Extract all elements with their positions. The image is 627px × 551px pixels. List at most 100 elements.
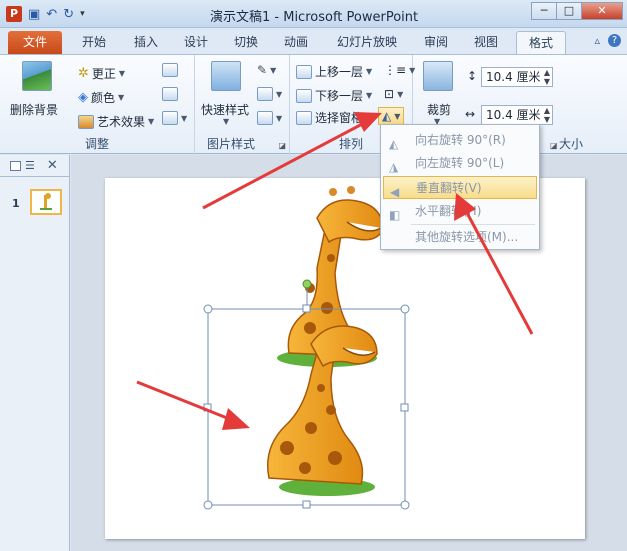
giraffe-copy[interactable] [267, 325, 378, 496]
send-backward-label: 下移一层 [315, 89, 364, 103]
group-picture-styles-label: 图片样式 [207, 137, 256, 151]
flip-horizontal-icon: ◧ [389, 208, 401, 222]
redo-icon[interactable]: ↻ [63, 7, 74, 22]
minimize-button[interactable]: ─ [531, 2, 557, 20]
selection-pane-icon [296, 110, 312, 125]
remove-background-icon [22, 61, 52, 91]
remove-background-label: 删除背景 [10, 103, 59, 117]
tab-review[interactable]: 审阅 [416, 31, 456, 54]
help-icon[interactable]: ? [608, 34, 621, 47]
editing-canvas [71, 155, 627, 551]
chevron-down-icon: ▼ [397, 89, 404, 99]
rotate-left-icon: ◮ [389, 160, 399, 174]
height-value: 10.4 厘米 [486, 70, 541, 84]
height-spinner-icon[interactable]: ▲ ▼ [544, 68, 550, 86]
chevron-down-icon: ▼ [223, 117, 230, 126]
send-backward-button[interactable]: 下移一层 ▼ [296, 87, 372, 104]
tab-insert[interactable]: 插入 [126, 31, 166, 54]
menu-separator [411, 224, 535, 225]
chevron-down-icon: ▼ [276, 113, 283, 123]
customize-qat-icon[interactable]: ▾ [80, 9, 85, 19]
remove-background-button[interactable]: 删除背景 [10, 59, 66, 119]
picture-layout-button[interactable]: ▼ [257, 111, 282, 125]
selection-pane-label: 选择窗格 [315, 111, 364, 125]
flip-horizontal-item[interactable]: ◧ 水平翻转(H) [383, 200, 537, 223]
corrections-button[interactable]: ✲ 更正 ▼ [78, 65, 125, 82]
rotate-menu: ◭ 向右旋转 90°(R) ◮ 向左旋转 90°(L) ◀ 垂直翻转(V) ◧ … [380, 124, 540, 250]
dialog-launcher-icon[interactable]: ◪ [278, 141, 286, 150]
group-objects-icon: ⊡ [384, 87, 395, 101]
crop-button[interactable]: 裁剪 ▼ [419, 59, 459, 126]
rotate-right-90-item[interactable]: ◭ 向右旋转 90°(R) [383, 129, 537, 152]
reset-picture-icon [162, 111, 178, 125]
tab-file[interactable]: 文件 [8, 31, 62, 54]
width-value: 10.4 厘米 [486, 108, 541, 122]
rotate-left-90-item[interactable]: ◮ 向左旋转 90°(L) [383, 152, 537, 175]
chevron-down-icon: ▼ [148, 117, 155, 126]
chevron-down-icon: ▼ [118, 69, 126, 78]
rotate-button[interactable]: ◭ ▼ [378, 107, 405, 125]
tab-animations[interactable]: 动画 [276, 31, 316, 54]
group-picture-styles: 快速样式 ▼ ✎ ▼ ▼ ▼ 图片样式 ◪ [195, 55, 290, 155]
width-input[interactable]: 10.4 厘米 ▲ ▼ [481, 105, 553, 125]
align-icon: ⋮≡ [384, 63, 407, 77]
title-bar: P ▣ ↶ ↻ ▾ 演示文稿1 - Microsoft PowerPoint ─… [0, 0, 627, 28]
slides-pane-tabs: ☰ ✕ [0, 155, 69, 177]
height-icon: ↕ [467, 69, 478, 83]
width-spinner-icon[interactable]: ▲ ▼ [544, 106, 550, 124]
maximize-button[interactable]: □ [556, 2, 582, 20]
picture-effects-icon [257, 87, 273, 101]
ribbon-corner-icons: ▵ ? [594, 34, 621, 47]
group-objects-button[interactable]: ⊡ ▼ [384, 87, 403, 101]
picture-layout-icon [257, 111, 273, 125]
group-adjust-label: 调整 [84, 137, 109, 151]
tab-slideshow[interactable]: 幻灯片放映 [330, 31, 404, 54]
slides-tab-icon[interactable] [10, 160, 21, 171]
slides-pane: ☰ ✕ 1 [0, 155, 70, 551]
close-button[interactable]: ✕ [581, 2, 623, 20]
dialog-launcher-icon[interactable]: ◪ [550, 141, 558, 150]
color-icon: ◈ [78, 90, 88, 105]
width-icon: ↔ [465, 107, 476, 121]
tab-design[interactable]: 设计 [176, 31, 216, 54]
tab-format[interactable]: 格式 [516, 31, 566, 54]
change-picture-button[interactable] [162, 87, 178, 101]
flip-vertical-icon: ◀ [390, 185, 400, 199]
rotate-icon: ◭ [382, 109, 392, 123]
outline-tab-icon[interactable]: ☰ [25, 159, 35, 172]
artistic-effects-label: 艺术效果 [97, 115, 146, 129]
tab-transitions[interactable]: 切换 [226, 31, 266, 54]
chevron-down-icon: ▼ [366, 91, 373, 100]
color-button[interactable]: ◈ 颜色 ▼ [78, 89, 124, 106]
artistic-effects-button[interactable]: 艺术效果 ▼ [78, 113, 154, 130]
selection-pane-button[interactable]: 选择窗格 [296, 109, 363, 126]
artistic-effects-icon [78, 114, 94, 129]
collapse-ribbon-icon[interactable]: ▵ [594, 34, 600, 47]
reset-picture-button[interactable]: ▼ [162, 111, 187, 125]
undo-icon[interactable]: ↶ [46, 7, 57, 22]
more-rotation-options-label: 其他旋转选项(M)... [415, 230, 519, 244]
picture-effects-button[interactable]: ▼ [257, 87, 282, 101]
powerpoint-app-icon[interactable]: P [6, 6, 22, 22]
height-input[interactable]: 10.4 厘米 ▲ ▼ [481, 67, 553, 87]
quick-styles-button[interactable]: 快速样式 ▼ [199, 59, 255, 126]
window-controls: ─ □ ✕ [531, 2, 623, 20]
corrections-icon: ✲ [78, 66, 89, 81]
corrections-label: 更正 [91, 67, 116, 81]
flip-horizontal-label: 水平翻转(H) [415, 204, 482, 218]
tab-home[interactable]: 开始 [74, 31, 114, 54]
window-title: 演示文稿1 - Microsoft PowerPoint [210, 10, 419, 25]
align-button[interactable]: ⋮≡ ▼ [384, 63, 415, 77]
more-rotation-options-item[interactable]: 其他旋转选项(M)... [383, 226, 537, 249]
bring-forward-button[interactable]: 上移一层 ▼ [296, 63, 372, 80]
compress-pictures-button[interactable] [162, 63, 178, 77]
close-pane-icon[interactable]: ✕ [47, 158, 58, 173]
save-icon[interactable]: ▣ [28, 7, 40, 22]
quick-styles-icon [211, 61, 241, 91]
picture-border-button[interactable]: ✎ ▼ [257, 63, 276, 77]
slide-thumbnail[interactable] [30, 189, 62, 215]
crop-icon [423, 61, 453, 91]
bring-forward-label: 上移一层 [315, 65, 364, 79]
flip-vertical-item[interactable]: ◀ 垂直翻转(V) [383, 176, 537, 199]
tab-view[interactable]: 视图 [466, 31, 506, 54]
